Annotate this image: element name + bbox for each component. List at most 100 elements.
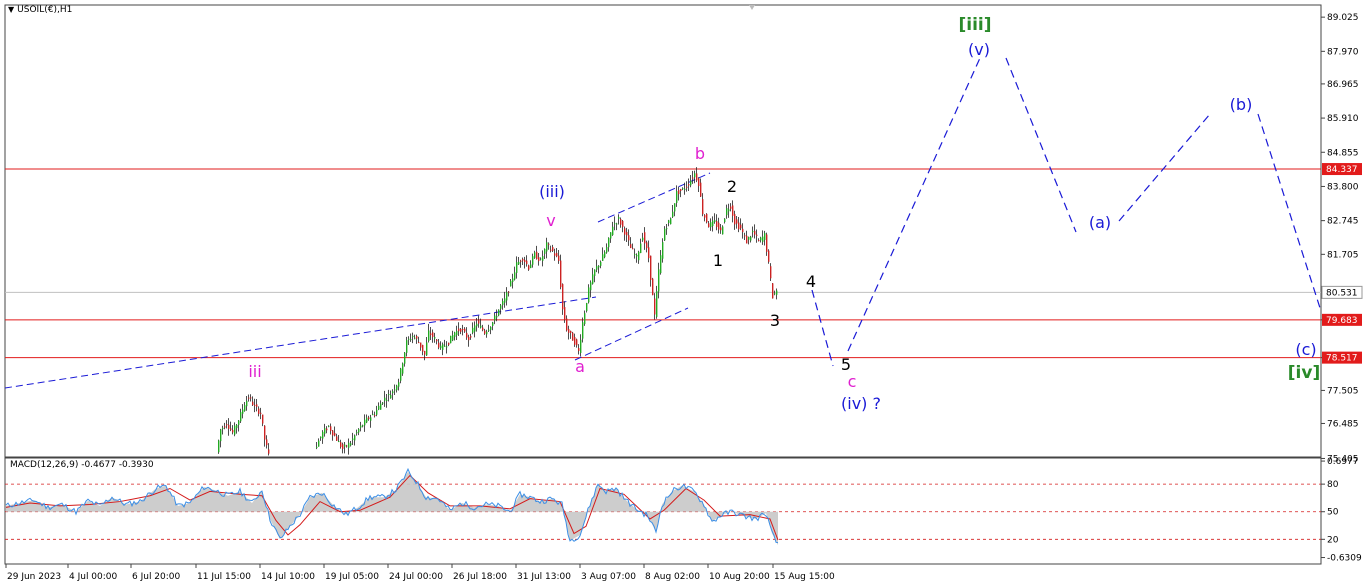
- candle-body: [320, 436, 322, 439]
- candle-body: [560, 260, 562, 288]
- candle-body: [316, 446, 318, 448]
- level-price-label: 84.337: [1326, 165, 1358, 175]
- candle-body: [542, 256, 544, 261]
- trend-channel-line[interactable]: [4, 296, 597, 389]
- candle-body: [708, 223, 710, 228]
- candle-body: [558, 255, 560, 261]
- candle-body: [492, 322, 494, 326]
- candle-body: [264, 425, 266, 440]
- candle-body: [632, 248, 634, 250]
- candle-body: [526, 260, 528, 265]
- candle-body: [356, 432, 358, 434]
- main-panel-frame: [4, 4, 1322, 458]
- candle-body: [588, 287, 590, 303]
- candle-body: [762, 236, 764, 242]
- candle-body: [550, 249, 552, 251]
- projected-wave-line[interactable]: [1257, 113, 1321, 309]
- candle-body: [586, 303, 588, 312]
- candle-body: [776, 290, 778, 295]
- candle-body: [510, 280, 512, 287]
- chart-canvas[interactable]: 89.025 87.970 86.965 85.910 84.855 83.800 82.7…: [0, 0, 1366, 588]
- candle-body: [500, 305, 502, 309]
- candle-body: [710, 222, 712, 228]
- candle-body: [604, 252, 606, 258]
- candle-body: [464, 328, 466, 332]
- projected-wave-line[interactable]: [1005, 57, 1077, 233]
- candle-body: [624, 228, 626, 235]
- candle-body: [684, 188, 686, 190]
- chart-shift-marker-icon[interactable]: [749, 5, 755, 10]
- candle-body: [614, 223, 616, 225]
- candle-body: [520, 260, 522, 262]
- candle-body: [372, 414, 374, 416]
- trend-channel-line[interactable]: [574, 307, 689, 361]
- candle-body: [672, 211, 674, 217]
- candle-body: [578, 348, 580, 351]
- candle-body: [370, 417, 372, 421]
- candle-body: [390, 394, 392, 399]
- candle-body: [704, 215, 706, 218]
- candle-body: [534, 252, 536, 258]
- candle-body: [266, 439, 268, 446]
- candle-body: [714, 220, 716, 222]
- macd-histogram: [6, 471, 778, 546]
- time-tick-label: 14 Jul 10:00: [261, 572, 315, 582]
- candle-body: [248, 397, 250, 399]
- candle-body: [344, 444, 346, 447]
- price-tick-label: 83.800: [1327, 182, 1359, 192]
- candle-body: [358, 429, 360, 433]
- candle-body: [416, 336, 418, 339]
- candle-body: [440, 345, 442, 349]
- candle-body: [654, 298, 656, 315]
- candle-body: [760, 237, 762, 241]
- candle-body: [744, 235, 746, 237]
- candle-body: [504, 298, 506, 303]
- candle-body: [230, 428, 232, 430]
- candle-body: [644, 232, 646, 244]
- candle-body: [530, 264, 532, 269]
- price-tick-label: 77.505: [1327, 386, 1359, 396]
- candle-body: [750, 236, 752, 241]
- candle-body: [354, 435, 356, 441]
- level-price-label: 79.683: [1326, 316, 1358, 326]
- candle-body: [702, 199, 704, 215]
- candle-body: [378, 405, 380, 410]
- candle-body: [250, 397, 252, 399]
- candle-body: [448, 342, 450, 345]
- candle-body: [268, 449, 270, 454]
- candle-body: [606, 247, 608, 253]
- candle-body: [394, 389, 396, 391]
- candle-body: [322, 431, 324, 439]
- candle-body: [638, 251, 640, 261]
- candle-body: [688, 184, 690, 186]
- dropdown-triangle-icon[interactable]: ▼: [8, 5, 14, 14]
- candle-body: [594, 269, 596, 276]
- candle-body: [636, 255, 638, 257]
- candle-body: [618, 216, 620, 219]
- candle-body: [774, 293, 776, 295]
- candle-body: [326, 428, 328, 431]
- candle-body: [766, 234, 768, 252]
- trend-channel-line[interactable]: [597, 172, 711, 223]
- projected-wave-line[interactable]: [1118, 113, 1211, 222]
- wave-label: (iii): [539, 182, 565, 201]
- candle-body: [538, 257, 540, 262]
- projected-wave-line[interactable]: [847, 57, 981, 352]
- candle-body: [726, 208, 728, 216]
- candle-body: [640, 243, 642, 254]
- candle-body: [478, 320, 480, 324]
- candle-body: [770, 266, 772, 279]
- candle-body: [524, 259, 526, 263]
- symbol-label: USOIL(€),H1: [17, 5, 73, 15]
- candle-body: [488, 329, 490, 331]
- candle-body: [220, 429, 222, 442]
- candle-body: [754, 230, 756, 235]
- candle-body: [468, 336, 470, 341]
- time-tick-label: 6 Jul 20:00: [132, 572, 181, 582]
- candle-body: [536, 251, 538, 260]
- candle-body: [732, 205, 734, 216]
- projected-wave-line[interactable]: [811, 289, 834, 367]
- price-tick-label: 87.970: [1327, 47, 1359, 57]
- wave-label: v: [546, 211, 555, 230]
- candle-body: [486, 331, 488, 335]
